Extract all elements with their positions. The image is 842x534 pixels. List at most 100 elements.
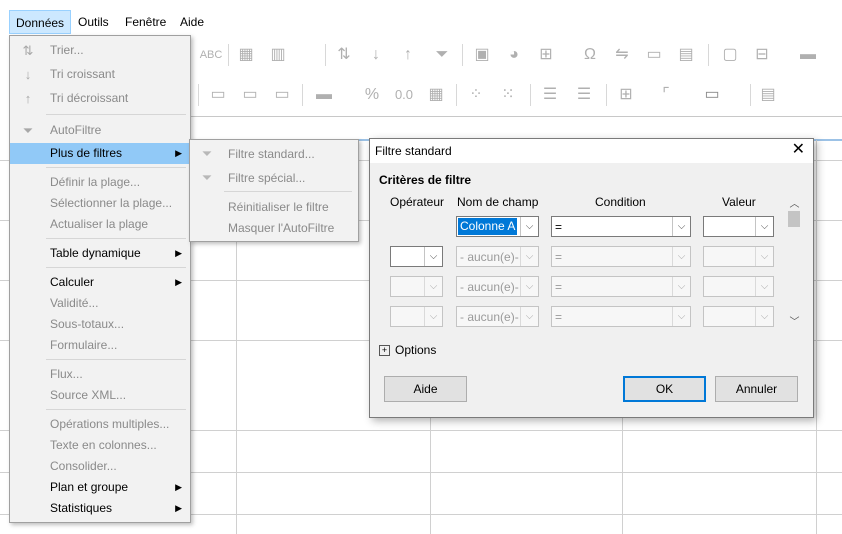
toolbar-separator <box>530 84 531 106</box>
autofilter-icon[interactable]: ⏷ <box>432 45 452 65</box>
chevron-down-icon: ⌵ <box>520 307 538 326</box>
submenu-item-reinitialiser-filtre[interactable]: Réinitialiser le filtre <box>190 196 358 218</box>
menu-item-autofiltre[interactable]: ⏷ AutoFiltre <box>10 120 190 141</box>
value-select-2[interactable]: ⌵ <box>703 246 774 267</box>
chevron-down-icon: ⌵ <box>672 247 690 266</box>
chevron-down-icon: ⌵ <box>755 247 773 266</box>
criteria-scrollbar[interactable]: ︿ ﹀ <box>786 195 803 328</box>
menu-item-source-xml[interactable]: Source XML... <box>10 385 190 406</box>
value-select-3[interactable]: ⌵ <box>703 276 774 297</box>
pivot-table-icon[interactable]: ⊞ <box>536 45 556 65</box>
standard-filter-icon: ⏷ <box>201 146 213 161</box>
close-icon[interactable]: ✕ <box>792 141 805 159</box>
options-expander[interactable]: + Options <box>379 343 436 357</box>
currency-format-icon[interactable]: ▬ <box>314 85 334 105</box>
chart-icon[interactable]: ◕ <box>504 45 524 65</box>
freeze-rows-icon[interactable]: ⊟ <box>752 45 772 65</box>
add-decimal-icon[interactable]: ⁘ <box>466 85 486 105</box>
condition-header: Condition <box>595 195 646 209</box>
special-filter-icon: ⏷ <box>201 170 213 185</box>
cancel-button[interactable]: Annuler <box>715 376 798 402</box>
menu-item-actualiser-plage[interactable]: Actualiser la plage <box>10 214 190 235</box>
number-format-icon[interactable]: 0.0 <box>390 85 418 105</box>
percent-format-icon[interactable]: % <box>362 85 382 105</box>
menu-item-tri-decroissant[interactable]: ↑ Tri décroissant <box>10 88 190 109</box>
condition-select-4[interactable]: = ⌵ <box>551 306 691 327</box>
submenu-item-filtre-special[interactable]: ⏷ Filtre spécial... <box>190 167 358 189</box>
menu-separator <box>46 267 186 268</box>
ok-button[interactable]: OK <box>623 376 706 402</box>
value-select-4[interactable]: ⌵ <box>703 306 774 327</box>
operator-select-4[interactable]: ⌵ <box>390 306 443 327</box>
menu-item-texte-en-colonnes[interactable]: Texte en colonnes... <box>10 435 190 456</box>
field-name-header: Nom de champ <box>457 195 539 209</box>
conditional-format-icon[interactable]: ▤ <box>758 85 778 105</box>
chevron-down-icon[interactable]: ﹀ <box>786 313 803 328</box>
submenu-item-masquer-autofiltre[interactable]: Masquer l'AutoFiltre <box>190 217 358 239</box>
special-character-icon[interactable]: Ω <box>580 45 600 65</box>
image-icon[interactable]: ▣ <box>472 45 492 65</box>
hyperlink-icon[interactable]: ⇋ <box>612 45 632 65</box>
increase-indent-icon[interactable]: ☰ <box>540 85 560 105</box>
decrease-indent-icon[interactable]: ☰ <box>574 85 594 105</box>
align-top-icon[interactable]: ▭ <box>208 85 228 105</box>
menu-item-plus-de-filtres[interactable]: Plus de filtres ▶ <box>10 143 190 164</box>
scrollbar-thumb[interactable] <box>788 211 800 227</box>
menu-fenetre[interactable]: Fenêtre <box>119 10 172 34</box>
menu-item-definir-plage[interactable]: Définir la plage... <box>10 172 190 193</box>
menu-item-plan-et-groupe[interactable]: Plan et groupe ▶ <box>10 477 190 498</box>
delete-decimal-icon[interactable]: ⁙ <box>498 85 518 105</box>
chevron-down-icon: ⌵ <box>755 217 773 236</box>
menu-item-calculer[interactable]: Calculer ▶ <box>10 272 190 293</box>
condition-select-3[interactable]: = ⌵ <box>551 276 691 297</box>
menu-aide[interactable]: Aide <box>174 10 210 34</box>
border-color-icon[interactable]: ▭ <box>702 85 722 105</box>
define-print-area-icon[interactable]: ▢ <box>720 45 740 65</box>
border-style-icon[interactable]: ⌜ <box>656 85 676 105</box>
header-footer-icon[interactable]: ▤ <box>676 45 696 65</box>
menu-item-validite[interactable]: Validité... <box>10 293 190 314</box>
split-window-icon[interactable]: ▬ <box>798 45 818 65</box>
date-format-icon[interactable]: ▦ <box>426 85 446 105</box>
help-button[interactable]: Aide <box>384 376 467 402</box>
operator-header: Opérateur <box>390 195 445 209</box>
toolbar-separator <box>302 84 303 106</box>
menu-donnees[interactable]: Données <box>9 10 72 34</box>
toolbar-separator <box>708 44 709 66</box>
menu-item-statistiques[interactable]: Statistiques ▶ <box>10 498 190 519</box>
menu-item-trier[interactable]: ⇅ Trier... <box>10 40 190 61</box>
menu-item-selectionner-plage[interactable]: Sélectionner la plage... <box>10 193 190 214</box>
align-center-vertical-icon[interactable]: ▭ <box>240 85 260 105</box>
borders-icon[interactable]: ⊞ <box>616 85 636 105</box>
condition-select-2[interactable]: = ⌵ <box>551 246 691 267</box>
value-select-1[interactable]: ⌵ <box>703 216 774 237</box>
chevron-down-icon: ⌵ <box>520 277 538 296</box>
menu-item-flux[interactable]: Flux... <box>10 364 190 385</box>
menu-outils[interactable]: Outils <box>72 10 115 34</box>
submenu-item-filtre-standard[interactable]: ⏷ Filtre standard... <box>190 143 358 165</box>
comment-icon[interactable]: ▭ <box>644 45 664 65</box>
insert-column-icon[interactable]: ▥ <box>268 45 288 65</box>
field-name-select-4[interactable]: - aucun(e)- ⌵ <box>456 306 539 327</box>
field-name-select-1[interactable]: Colonne A ⌵ <box>456 216 539 237</box>
sort-icon[interactable]: ⇅ <box>334 45 354 65</box>
spellcheck-icon[interactable]: ABC <box>198 45 224 65</box>
toolbar-separator <box>462 44 463 66</box>
menu-item-sous-totaux[interactable]: Sous-totaux... <box>10 314 190 335</box>
align-bottom-icon[interactable]: ▭ <box>272 85 292 105</box>
field-name-select-2[interactable]: - aucun(e)- ⌵ <box>456 246 539 267</box>
sort-descending-icon[interactable]: ↑ <box>398 45 418 65</box>
menu-item-table-dynamique[interactable]: Table dynamique ▶ <box>10 243 190 264</box>
condition-select-1[interactable]: = ⌵ <box>551 216 691 237</box>
menu-item-formulaire[interactable]: Formulaire... <box>10 335 190 356</box>
menu-item-tri-croissant[interactable]: ↓ Tri croissant <box>10 64 190 85</box>
insert-row-icon[interactable]: ▦ <box>236 45 256 65</box>
sort-ascending-icon[interactable]: ↓ <box>366 45 386 65</box>
menu-item-consolider[interactable]: Consolider... <box>10 456 190 477</box>
chevron-up-icon[interactable]: ︿ <box>786 195 803 210</box>
operator-select-3[interactable]: ⌵ <box>390 276 443 297</box>
operator-select-2[interactable]: ⌵ <box>390 246 443 267</box>
field-name-select-3[interactable]: - aucun(e)- ⌵ <box>456 276 539 297</box>
menu-item-operations-multiples[interactable]: Opérations multiples... <box>10 414 190 435</box>
expand-icon: + <box>379 345 390 357</box>
